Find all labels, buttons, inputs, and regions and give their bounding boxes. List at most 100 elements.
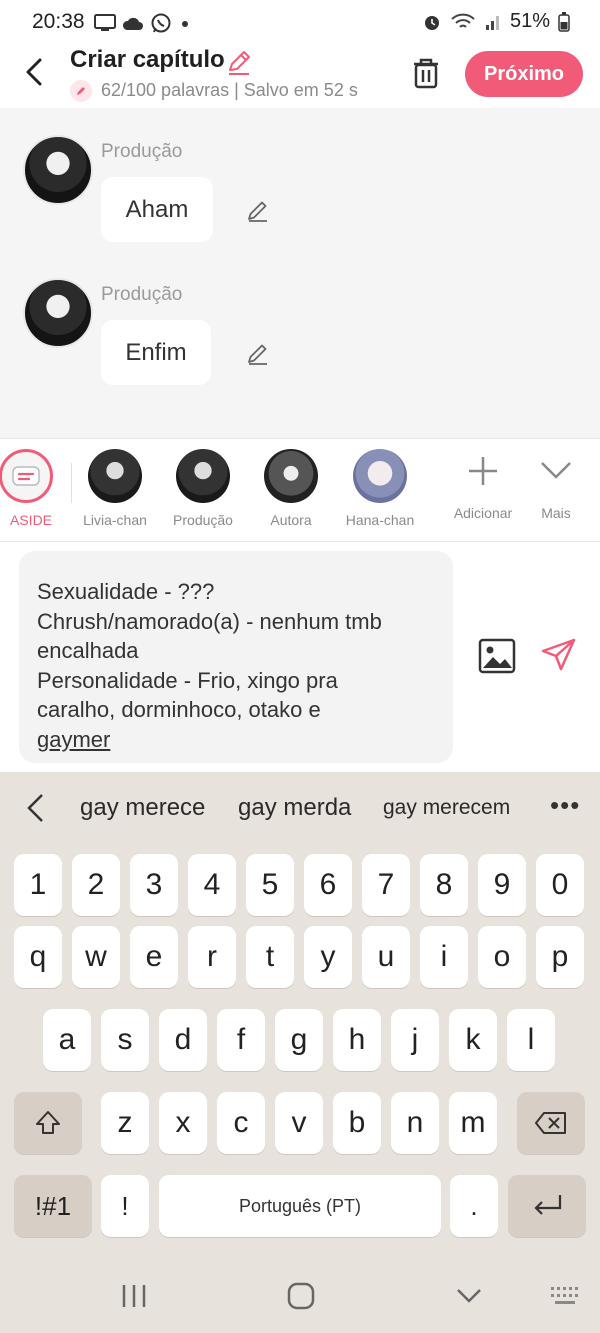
key-9[interactable]: 9 — [478, 854, 526, 916]
key-x[interactable]: x — [159, 1092, 207, 1154]
key-1[interactable]: 1 — [14, 854, 62, 916]
enter-key[interactable] — [508, 1175, 586, 1237]
character-item[interactable]: Hana-chan — [344, 449, 416, 528]
avatar[interactable] — [23, 135, 93, 205]
key-j[interactable]: j — [391, 1009, 439, 1071]
delete-button[interactable] — [410, 56, 442, 90]
key-y[interactable]: y — [304, 926, 352, 988]
key-t[interactable]: t — [246, 926, 294, 988]
suggestion-1[interactable]: gay merece — [80, 794, 205, 822]
back-button[interactable] — [18, 54, 54, 90]
suggestion-3[interactable]: gay merecem — [383, 796, 510, 820]
space-key[interactable]: Português (PT) — [159, 1175, 441, 1237]
text-line: encalhada — [37, 638, 139, 663]
aside-icon — [12, 466, 40, 486]
more-options-icon[interactable]: ••• — [550, 790, 580, 821]
key-7[interactable]: 7 — [362, 854, 410, 916]
key-r[interactable]: r — [188, 926, 236, 988]
send-icon[interactable] — [540, 636, 578, 674]
add-label: Adicionar — [453, 505, 513, 521]
recent-apps-icon[interactable] — [118, 1281, 150, 1311]
avatar — [353, 449, 407, 503]
avatar — [88, 449, 142, 503]
key-q[interactable]: q — [14, 926, 62, 988]
suggestion-2[interactable]: gay merda — [238, 794, 351, 822]
character-label: Produção — [173, 512, 233, 528]
symbols-key[interactable]: !#1 — [14, 1175, 92, 1237]
text-line: Personalidade - Frio, xingo pra — [37, 667, 338, 693]
message-bubble[interactable]: Aham — [101, 177, 213, 242]
status-time: 20:38 — [32, 10, 85, 33]
avatar[interactable] — [23, 278, 93, 348]
battery-percent: 51% — [509, 10, 550, 32]
key-c[interactable]: c — [217, 1092, 265, 1154]
key-4[interactable]: 4 — [188, 854, 236, 916]
key-f[interactable]: f — [217, 1009, 265, 1071]
backspace-icon — [535, 1112, 566, 1134]
key-a[interactable]: a — [43, 1009, 91, 1071]
key-b[interactable]: b — [333, 1092, 381, 1154]
wifi-icon — [451, 13, 475, 28]
dot-icon — [182, 21, 188, 27]
key-z[interactable]: z — [101, 1092, 149, 1154]
shift-key[interactable] — [14, 1092, 82, 1154]
key-n[interactable]: n — [391, 1092, 439, 1154]
home-icon[interactable] — [285, 1281, 317, 1311]
key-0[interactable]: 0 — [536, 854, 584, 916]
message-input[interactable]: Sexualidade - ??? Chrush/namorado(a) - n… — [19, 551, 453, 763]
next-button[interactable]: Próximo — [465, 51, 583, 97]
composing-word: gaymer — [37, 726, 111, 752]
avatar — [176, 449, 230, 503]
character-item[interactable]: Produção — [167, 449, 239, 528]
key-k[interactable]: k — [449, 1009, 497, 1071]
divider — [71, 463, 72, 503]
enter-icon — [534, 1195, 562, 1215]
text-line: Sexualidade - ??? — [37, 579, 215, 604]
key-g[interactable]: g — [275, 1009, 323, 1071]
backspace-key[interactable] — [517, 1092, 585, 1154]
chevron-down-icon — [541, 462, 571, 479]
message-bubble[interactable]: Enfim — [101, 320, 211, 385]
add-character-button[interactable]: Adicionar — [448, 449, 518, 521]
key-d[interactable]: d — [159, 1009, 207, 1071]
text-line: caralho, dorminhoco, otako e — [37, 697, 321, 722]
shift-icon — [36, 1111, 60, 1134]
rename-pencil-icon[interactable] — [225, 48, 253, 76]
key-5[interactable]: 5 — [246, 854, 294, 916]
key-s[interactable]: s — [101, 1009, 149, 1071]
key-m[interactable]: m — [449, 1092, 497, 1154]
key-i[interactable]: i — [420, 926, 468, 988]
key-h[interactable]: h — [333, 1009, 381, 1071]
key-v[interactable]: v — [275, 1092, 323, 1154]
hide-keyboard-icon[interactable] — [453, 1281, 485, 1311]
key-u[interactable]: u — [362, 926, 410, 988]
aside-chip — [0, 449, 53, 503]
composer: Sexualidade - ??? Chrush/namorado(a) - n… — [0, 542, 600, 772]
editor-header: Criar capítulo 62/100 palavras | Salvo e… — [0, 44, 600, 108]
edit-icon[interactable] — [245, 340, 271, 366]
system-navigation-bar — [0, 1259, 600, 1333]
key-l[interactable]: l — [507, 1009, 555, 1071]
character-item[interactable]: Autora — [255, 449, 327, 528]
key-6[interactable]: 6 — [304, 854, 352, 916]
key-2[interactable]: 2 — [72, 854, 120, 916]
character-selector: ASIDE Livia-chan Produção Autora Hana-ch… — [0, 438, 600, 542]
chevron-left-icon[interactable] — [22, 792, 50, 824]
key-e[interactable]: e — [130, 926, 178, 988]
edit-icon[interactable] — [245, 197, 271, 223]
character-label: Hana-chan — [345, 512, 415, 528]
image-icon[interactable] — [478, 638, 516, 674]
character-item[interactable]: Livia-chan — [79, 449, 151, 528]
period-key[interactable]: . — [450, 1175, 498, 1237]
key-o[interactable]: o — [478, 926, 526, 988]
more-characters-button[interactable]: Mais — [530, 449, 582, 521]
exclamation-key[interactable]: ! — [101, 1175, 149, 1237]
key-p[interactable]: p — [536, 926, 584, 988]
message-item: Produção Aham — [0, 135, 600, 255]
key-8[interactable]: 8 — [420, 854, 468, 916]
keyboard-icon[interactable] — [549, 1281, 581, 1311]
key-w[interactable]: w — [72, 926, 120, 988]
whatsapp-icon — [151, 13, 171, 33]
key-3[interactable]: 3 — [130, 854, 178, 916]
character-aside[interactable]: ASIDE — [0, 449, 54, 528]
